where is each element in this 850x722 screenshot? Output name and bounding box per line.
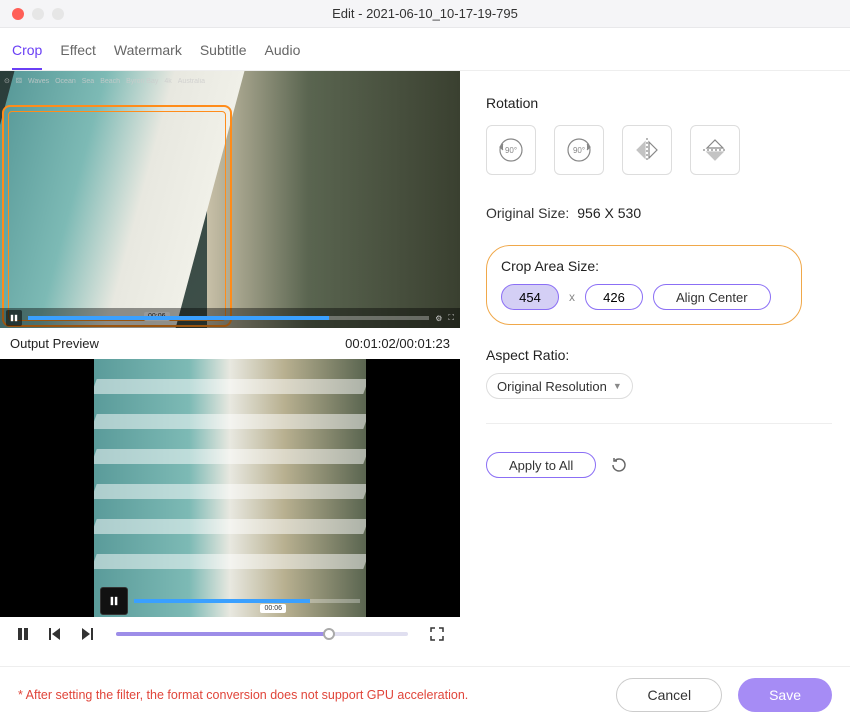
cancel-button[interactable]: Cancel: [616, 678, 722, 712]
source-settings-icon[interactable]: ⚙: [435, 314, 442, 323]
source-video[interactable]: ⊙⚄ Waves Ocean Sea Beach Byron Bay 4k Au…: [0, 71, 460, 328]
preview-time: 00:01:02/00:01:23: [345, 336, 450, 351]
rotation-buttons: 90° 90°: [486, 125, 832, 175]
player-controls: [0, 617, 460, 651]
seek-bar[interactable]: [116, 632, 408, 636]
reset-icon[interactable]: [610, 456, 628, 474]
original-size-row: Original Size: 956 X 530: [486, 205, 832, 221]
svg-text:90°: 90°: [573, 146, 585, 155]
titlebar: Edit - 2021-06-10_10-17-19-795: [0, 0, 850, 28]
apply-to-all-button[interactable]: Apply to All: [486, 452, 596, 478]
crop-area-label: Crop Area Size:: [501, 258, 787, 274]
preview-video: 00:06: [0, 359, 460, 617]
save-button[interactable]: Save: [738, 678, 832, 712]
crop-size-separator: x: [569, 290, 575, 304]
step-back-button[interactable]: [46, 625, 64, 643]
preview-frame: 00:06: [94, 359, 366, 617]
close-window[interactable]: [12, 8, 24, 20]
pause-button[interactable]: [14, 625, 32, 643]
tab-audio[interactable]: Audio: [265, 42, 301, 70]
seek-thumb[interactable]: [323, 628, 335, 640]
preview-header: Output Preview 00:01:02/00:01:23: [0, 328, 460, 359]
crop-height-input[interactable]: [585, 284, 643, 310]
original-size-value: 956 X 530: [577, 205, 641, 221]
preview-pause-button[interactable]: [100, 587, 128, 615]
rotate-ccw-button[interactable]: 90°: [486, 125, 536, 175]
source-watermark: ⊙⚄ Waves Ocean Sea Beach Byron Bay 4k Au…: [4, 75, 456, 87]
settings-panel: Rotation 90° 90° Original Size: 956 X 53…: [460, 71, 850, 651]
preview-controls: [100, 589, 360, 613]
tab-effect[interactable]: Effect: [60, 42, 96, 70]
tab-subtitle[interactable]: Subtitle: [200, 42, 247, 70]
source-controls: ⚙ ⛶: [0, 308, 460, 328]
source-seek[interactable]: [28, 316, 429, 320]
preview-label: Output Preview: [10, 336, 99, 351]
preview-seek[interactable]: [134, 599, 360, 603]
footer-buttons: Cancel Save: [616, 678, 832, 712]
step-forward-button[interactable]: [78, 625, 96, 643]
minimize-window[interactable]: [32, 8, 44, 20]
fullscreen-button[interactable]: [428, 625, 446, 643]
source-pause-button[interactable]: [6, 310, 22, 326]
aspect-ratio-row: Aspect Ratio: Original Resolution ▼: [486, 347, 832, 399]
align-center-button[interactable]: Align Center: [653, 284, 771, 310]
rotate-cw-button[interactable]: 90°: [554, 125, 604, 175]
aspect-ratio-value: Original Resolution: [497, 379, 607, 394]
gpu-warning: * After setting the filter, the format c…: [18, 688, 616, 702]
original-size-label: Original Size:: [486, 205, 569, 221]
svg-text:90°: 90°: [505, 146, 517, 155]
crop-area-panel: Crop Area Size: x Align Center: [486, 245, 802, 325]
tab-watermark[interactable]: Watermark: [114, 42, 182, 70]
divider: [486, 423, 832, 424]
flip-horizontal-button[interactable]: [622, 125, 672, 175]
apply-row: Apply to All: [486, 452, 832, 478]
crop-box[interactable]: 00:06: [2, 105, 232, 327]
window-controls: [12, 8, 64, 20]
aspect-ratio-dropdown[interactable]: Original Resolution ▼: [486, 373, 633, 399]
source-expand-icon[interactable]: ⛶: [448, 313, 454, 323]
edit-tabs: Crop Effect Watermark Subtitle Audio: [0, 28, 850, 71]
rotation-label: Rotation: [486, 95, 832, 111]
tab-crop[interactable]: Crop: [12, 42, 42, 70]
aspect-ratio-label: Aspect Ratio:: [486, 347, 832, 363]
maximize-window[interactable]: [52, 8, 64, 20]
footer: * After setting the filter, the format c…: [0, 666, 850, 722]
video-column: ⊙⚄ Waves Ocean Sea Beach Byron Bay 4k Au…: [0, 71, 460, 651]
flip-vertical-button[interactable]: [690, 125, 740, 175]
content: ⊙⚄ Waves Ocean Sea Beach Byron Bay 4k Au…: [0, 71, 850, 651]
chevron-down-icon: ▼: [613, 381, 622, 391]
crop-width-input[interactable]: [501, 284, 559, 310]
crop-inputs: x Align Center: [501, 284, 787, 310]
window-title: Edit - 2021-06-10_10-17-19-795: [12, 6, 838, 21]
